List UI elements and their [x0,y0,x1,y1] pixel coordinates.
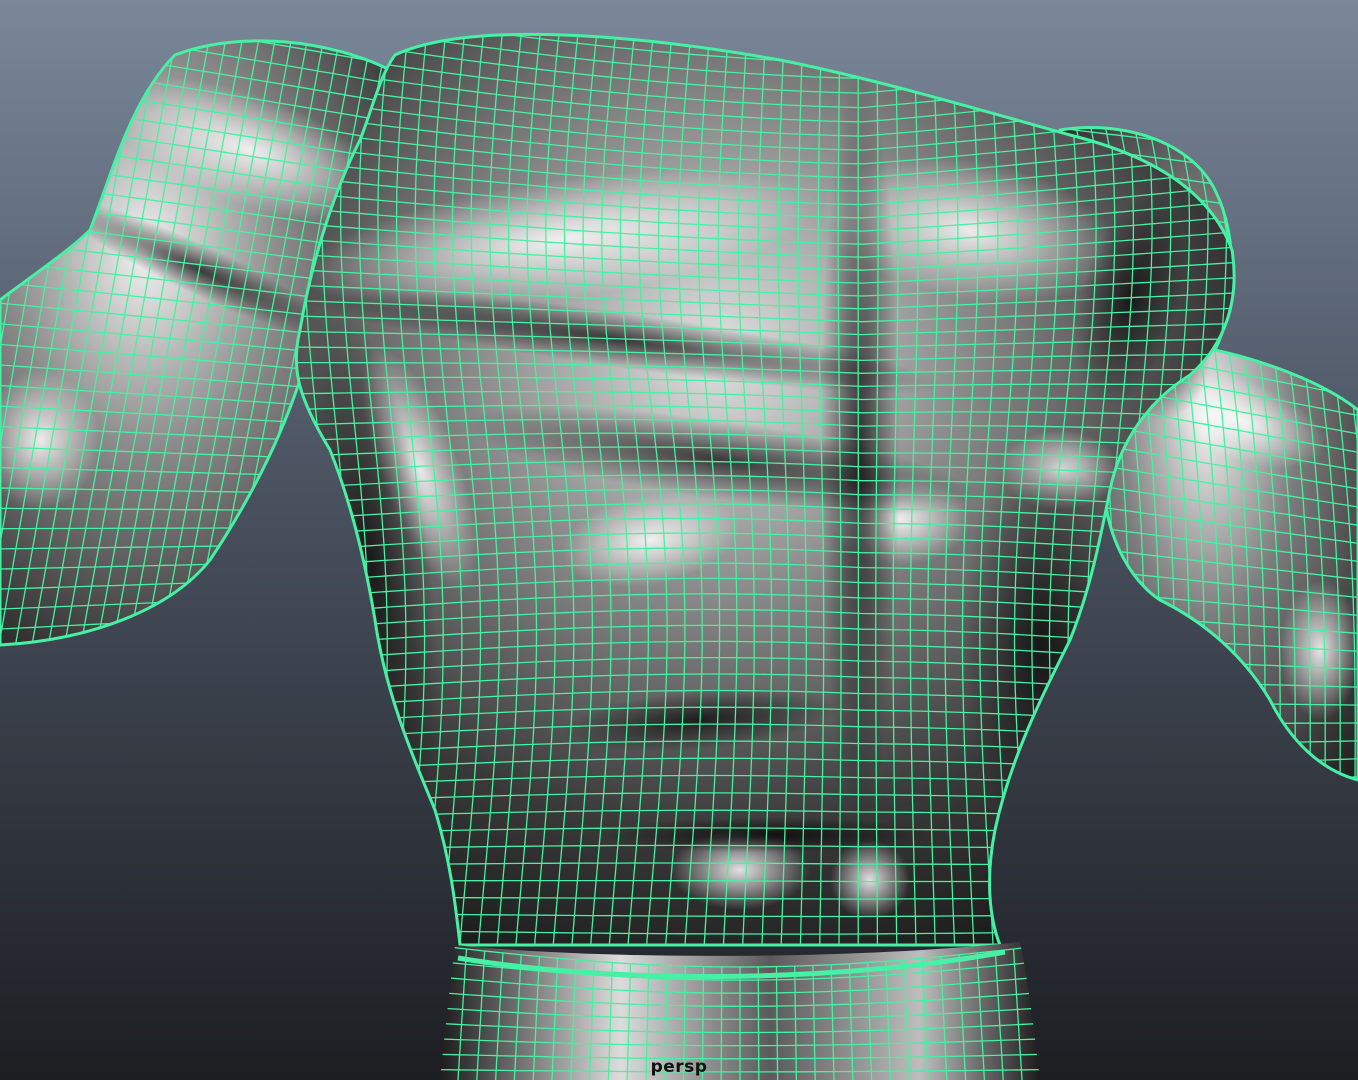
persp-viewport[interactable]: persp [0,0,1358,1080]
camera-name-label: persp [650,1057,708,1077]
torso-mesh[interactable] [0,0,1358,1080]
